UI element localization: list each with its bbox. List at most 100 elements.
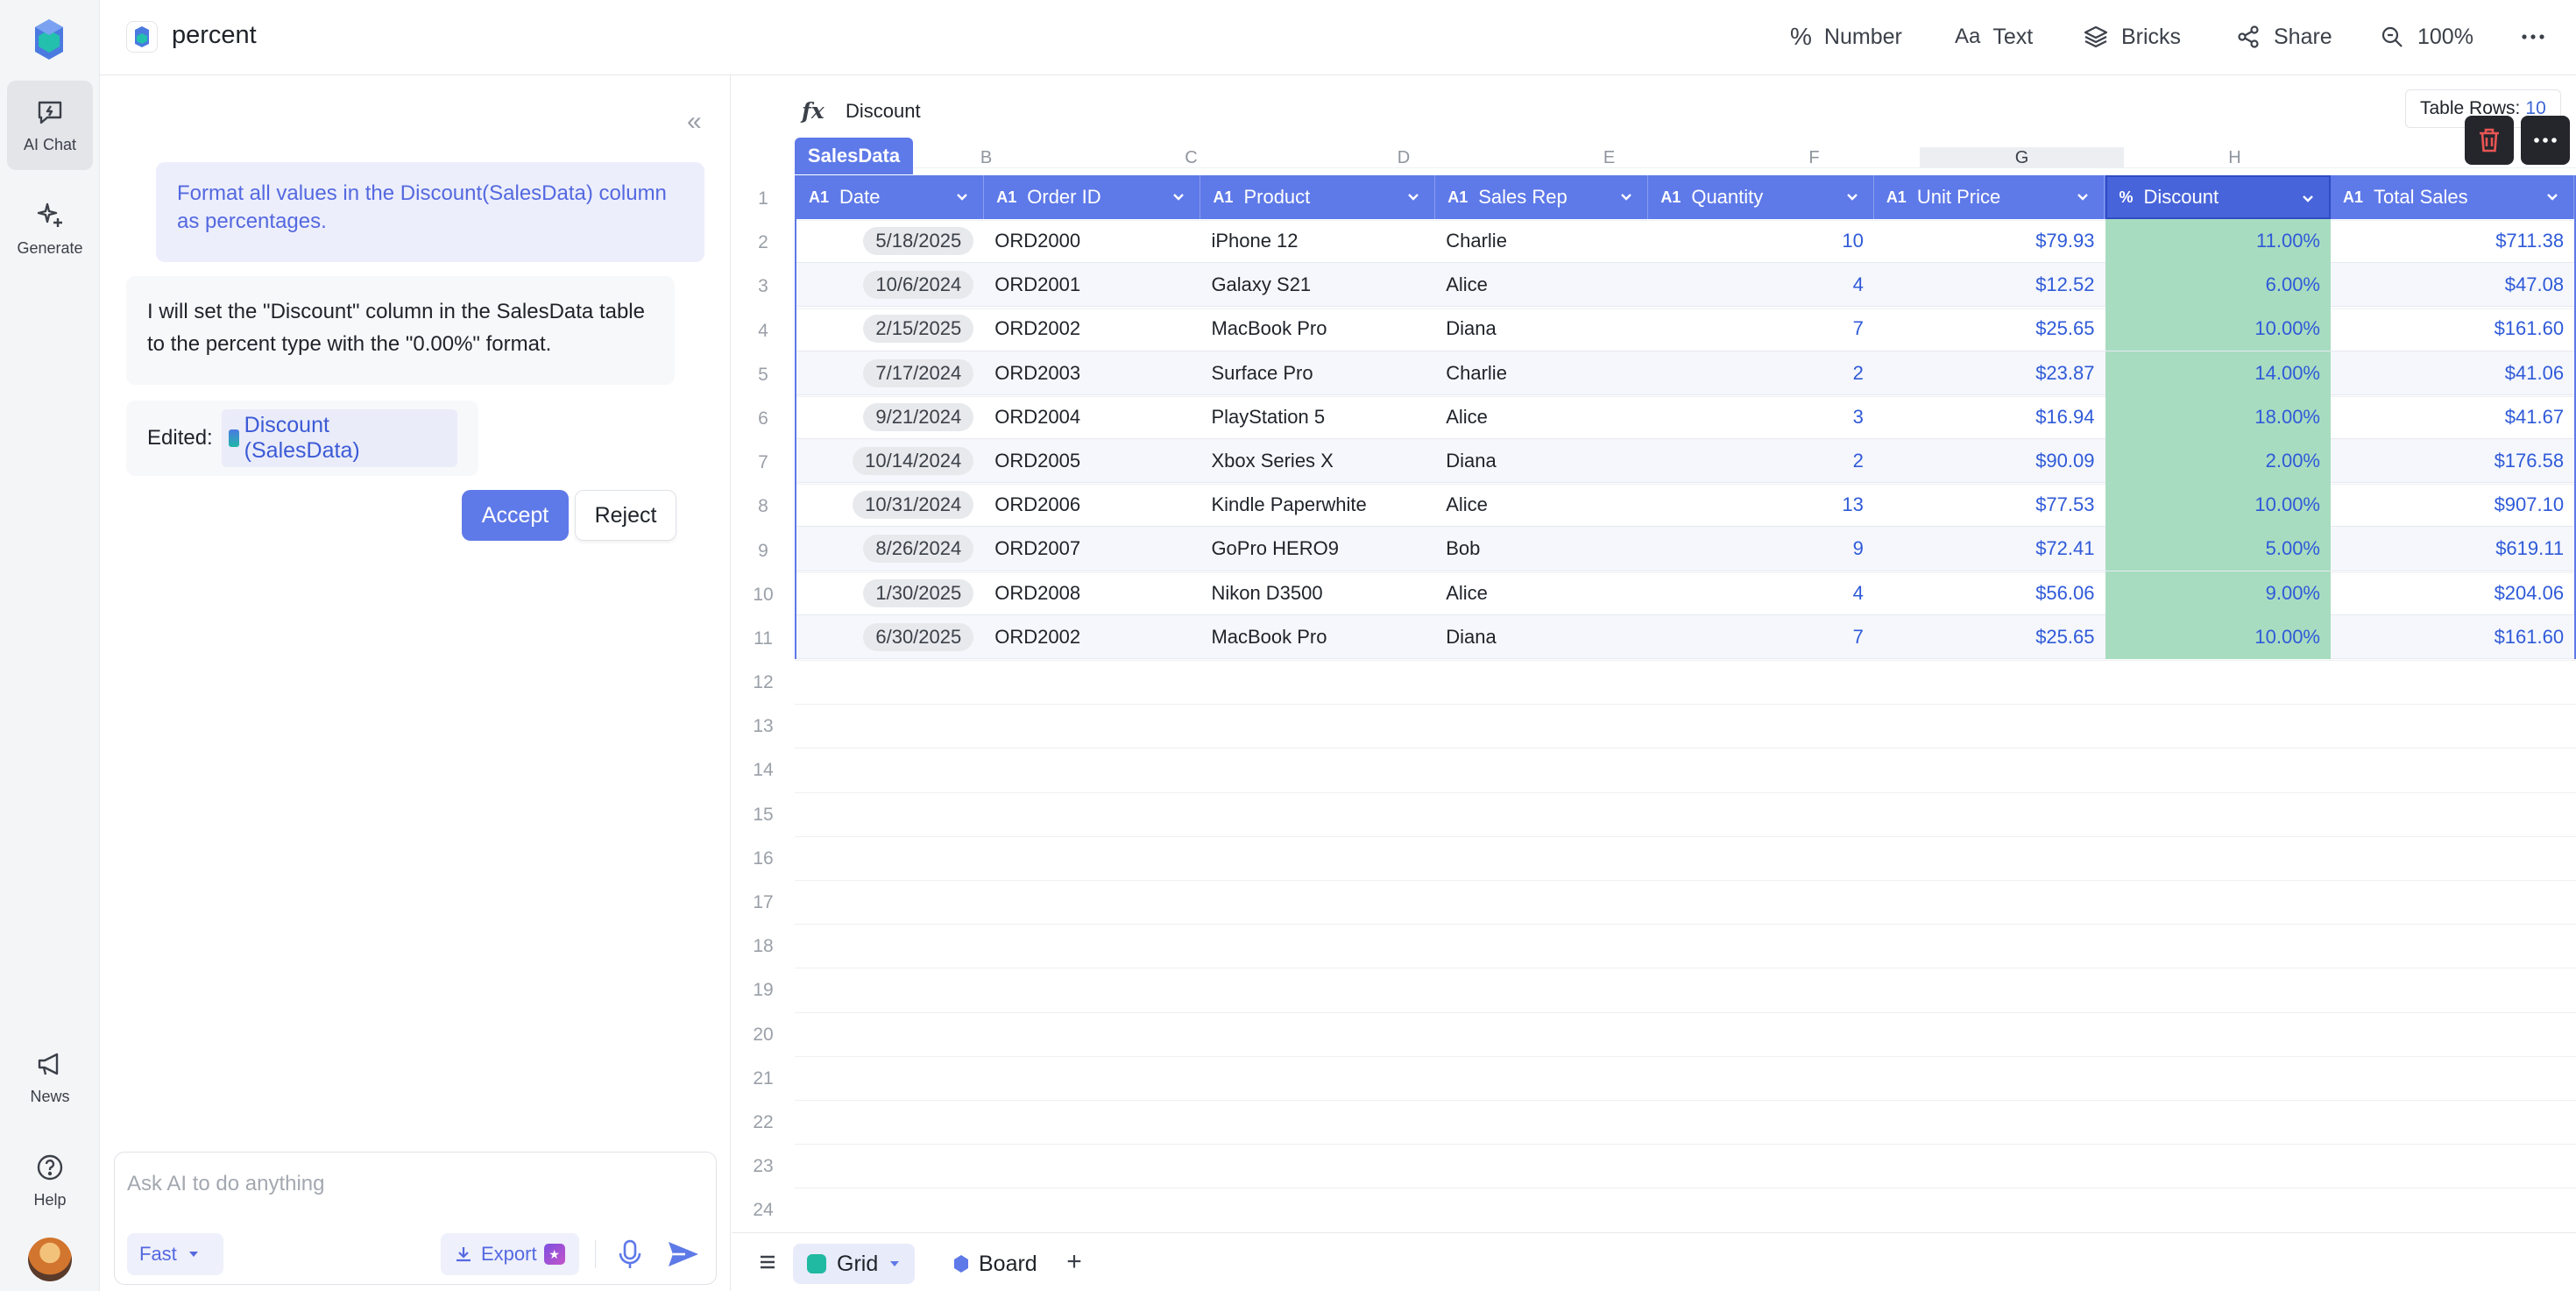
table-cell[interactable]: ORD2005 [984,439,1200,483]
table-cell[interactable]: Kindle Paperwhite [1200,483,1435,527]
column-header-sales-rep[interactable]: A1 Sales Rep [1435,175,1649,219]
more-menu-button[interactable] [2520,21,2546,53]
table-cell[interactable]: $41.67 [2331,395,2574,439]
table-cell[interactable]: $161.60 [2331,615,2574,659]
table-cell[interactable]: PlayStation 5 [1200,395,1435,439]
grid-row[interactable] [795,925,2576,969]
table-cell[interactable]: $79.93 [1874,219,2105,263]
table-cell[interactable]: Charlie [1435,351,1648,395]
avatar[interactable] [28,1238,72,1281]
row-number[interactable]: 19 [732,968,795,1012]
table-cell[interactable]: 2.00% [2105,439,2331,483]
table-cell[interactable]: $41.06 [2331,351,2574,395]
grid-row[interactable] [795,1057,2576,1101]
table-cell[interactable]: 7 [1648,307,1874,351]
microphone-icon[interactable] [612,1237,648,1272]
table-cell[interactable]: 18.00% [2105,394,2331,439]
column-letter[interactable]: E [1510,147,1709,168]
table-cell[interactable]: Alice [1435,263,1648,307]
row-number[interactable]: 6 [732,397,795,441]
table-cell[interactable]: 11.00% [2105,219,2331,263]
chevron-down-icon[interactable] [953,188,971,205]
column-header-quantity[interactable]: A1 Quantity [1648,175,1874,219]
grid-row[interactable] [795,748,2576,793]
rail-ai-chat[interactable]: AI Chat [7,81,93,170]
mode-select[interactable]: Fast [127,1233,223,1275]
table-cell[interactable]: 6/30/2025 [796,615,984,659]
table-cell[interactable]: $619.11 [2331,527,2574,571]
doc-title[interactable]: percent [172,21,257,50]
column-header-unit-price[interactable]: A1 Unit Price [1874,175,2105,219]
text-format-button[interactable]: Aa Text [1955,21,2033,53]
table-cell[interactable]: 10.00% [2105,483,2331,528]
chevron-down-icon[interactable] [1170,188,1187,205]
table-cell[interactable]: iPhone 12 [1200,219,1435,263]
table-cell[interactable]: 10 [1648,219,1874,263]
table-cell[interactable]: ORD2002 [984,615,1200,659]
table-row[interactable]: 1/30/2025 ORD2008 Nikon D3500 Alice 4 $56.06 9… [796,571,2574,615]
add-view-button[interactable]: + [1059,1247,1089,1277]
table-cell[interactable]: MacBook Pro [1200,615,1435,659]
row-number[interactable]: 21 [732,1057,795,1101]
row-number[interactable]: 11 [732,617,795,661]
export-button[interactable]: Export ★ [441,1233,579,1275]
row-number[interactable]: 23 [732,1145,795,1188]
table-cell[interactable]: ORD2006 [984,483,1200,527]
table-cell[interactable]: $907.10 [2331,483,2574,527]
table-row[interactable]: 5/18/2025 ORD2000 iPhone 12 Charlie 10 $79.93… [796,219,2574,264]
table-cell[interactable]: Alice [1435,395,1648,439]
row-number[interactable]: 5 [732,353,795,397]
table-cell[interactable]: ORD2007 [984,527,1200,571]
grid-row[interactable] [795,1013,2576,1057]
table-row[interactable]: 9/21/2024 ORD2004 PlayStation 5 Alice 3 $16.9… [796,394,2574,439]
row-number[interactable]: 1 [732,177,795,221]
table-cell[interactable]: Alice [1435,483,1648,527]
chevron-down-icon[interactable] [1617,188,1635,205]
column-letter[interactable]: F [1709,147,1920,168]
column-header-discount[interactable]: % Discount [2105,175,2331,219]
chevron-down-icon[interactable] [1844,188,1861,205]
table-cell[interactable]: Xbox Series X [1200,439,1435,483]
accept-button[interactable]: Accept [462,490,569,541]
chevron-down-icon[interactable] [2074,188,2091,205]
table-cell[interactable]: 4 [1648,263,1874,307]
table-cell[interactable]: 14.00% [2105,351,2331,395]
table-cell[interactable]: 2/15/2025 [796,307,984,351]
rail-news[interactable]: News [7,1032,93,1122]
table-cell[interactable]: $90.09 [1874,439,2105,483]
table-cell[interactable]: 1/30/2025 [796,571,984,615]
row-number[interactable]: 24 [732,1188,795,1232]
table-cell[interactable]: 9.00% [2105,571,2331,615]
table-cell[interactable]: Alice [1435,571,1648,615]
collapse-panel-icon[interactable]: « [687,109,713,137]
table-cell[interactable]: $25.65 [1874,615,2105,659]
table-cell[interactable]: 9/21/2024 [796,395,984,439]
grid-row[interactable] [795,1145,2576,1189]
table-cell[interactable]: $72.41 [1874,527,2105,571]
row-number[interactable]: 22 [732,1101,795,1145]
row-number[interactable]: 8 [732,485,795,528]
table-cell[interactable]: $204.06 [2331,571,2574,615]
chevron-down-icon[interactable] [2544,188,2561,205]
table-cell[interactable]: $16.94 [1874,395,2105,439]
table-cell[interactable]: $77.53 [1874,483,2105,527]
send-icon[interactable] [663,1237,702,1272]
table-name-tab[interactable]: SalesData [795,138,913,174]
edited-column-chip[interactable]: Discount (SalesData) [221,409,457,467]
chat-input[interactable] [127,1172,688,1196]
reject-button[interactable]: Reject [575,490,676,541]
row-number[interactable]: 12 [732,661,795,705]
table-cell[interactable]: 13 [1648,483,1874,527]
column-letter-selected[interactable]: G [1920,147,2124,168]
bricks-button[interactable]: Bricks [2083,21,2181,53]
row-number[interactable]: 10 [732,573,795,617]
grid-row[interactable] [795,837,2576,881]
table-cell[interactable]: ORD2008 [984,571,1200,615]
table-cell[interactable]: Diana [1435,615,1648,659]
table-cell[interactable]: ORD2004 [984,395,1200,439]
table-cell[interactable]: Galaxy S21 [1200,263,1435,307]
grid-row[interactable] [795,661,2576,706]
table-row[interactable]: 10/6/2024 ORD2001 Galaxy S21 Alice 4 $12.52 6.… [796,263,2574,308]
column-letter[interactable]: D [1298,147,1510,168]
table-cell[interactable]: $25.65 [1874,307,2105,351]
